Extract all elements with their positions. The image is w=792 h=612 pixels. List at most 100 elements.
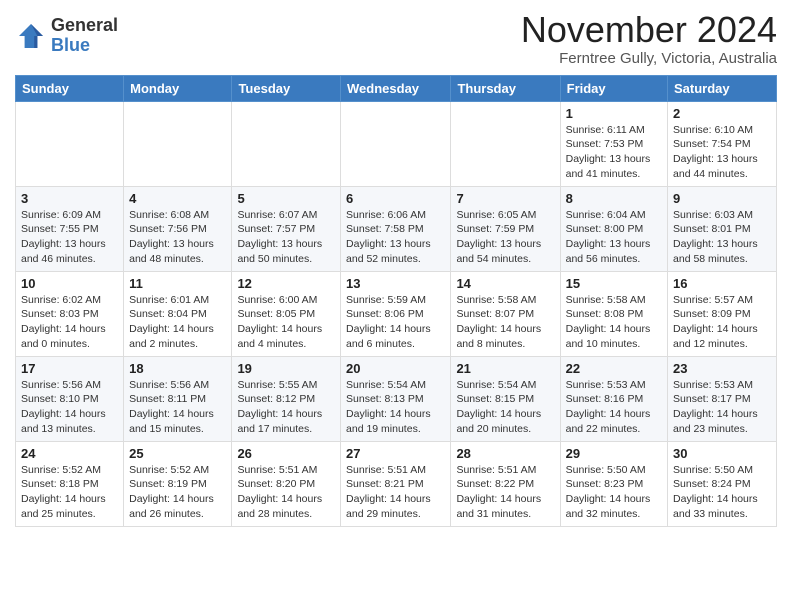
location: Ferntree Gully, Victoria, Australia (521, 50, 777, 67)
day-info: Sunrise: 6:10 AM Sunset: 7:54 PM Dayligh… (673, 123, 771, 182)
day-info: Sunrise: 5:53 AM Sunset: 8:16 PM Dayligh… (566, 378, 662, 437)
calendar-cell: 19Sunrise: 5:55 AM Sunset: 8:12 PM Dayli… (232, 356, 341, 441)
day-number: 25 (129, 446, 226, 461)
calendar-cell: 25 Sunrise: 5:52 AM Sunset: 8:19 PM Dayli… (124, 441, 232, 526)
day-number: 14 (456, 276, 554, 291)
calendar-cell: 28 Sunrise: 5:51 AM Sunset: 8:22 PM Dayli… (451, 441, 560, 526)
calendar-header-tuesday: Tuesday (232, 75, 341, 101)
day-info: Sunrise: 6:11 AM Sunset: 7:53 PM Dayligh… (566, 123, 662, 182)
day-info: Sunrise: 6:09 AM Sunset: 7:55 PM Dayligh… (21, 208, 118, 267)
day-number: 4 (129, 191, 226, 206)
day-number: 10 (21, 276, 118, 291)
calendar-week-2: 3 Sunrise: 6:09 AM Sunset: 7:55 PM Daylig… (16, 186, 777, 271)
calendar-cell (232, 101, 341, 186)
page: General Blue November 2024 Ferntree Gull… (0, 0, 792, 542)
day-info: Sunrise: 5:56 AM Sunset: 8:10 PM Dayligh… (21, 378, 118, 437)
calendar-cell (16, 101, 124, 186)
logo-blue-text: Blue (51, 36, 118, 56)
calendar-cell: 10 Sunrise: 6:02 AM Sunset: 8:03 PM Dayli… (16, 271, 124, 356)
calendar-cell: 11Sunrise: 6:01 AM Sunset: 8:04 PM Dayli… (124, 271, 232, 356)
calendar-cell: 26Sunrise: 5:51 AM Sunset: 8:20 PM Dayli… (232, 441, 341, 526)
calendar-cell (341, 101, 451, 186)
header: General Blue November 2024 Ferntree Gull… (15, 10, 777, 67)
logo-general-text: General (51, 16, 118, 36)
day-info: Sunrise: 5:58 AM Sunset: 8:08 PM Dayligh… (566, 293, 662, 352)
calendar-cell: 30 Sunrise: 5:50 AM Sunset: 8:24 PM Dayli… (668, 441, 777, 526)
calendar-cell: 1 Sunrise: 6:11 AM Sunset: 7:53 PM Daylig… (560, 101, 667, 186)
day-info: Sunrise: 5:52 AM Sunset: 8:18 PM Dayligh… (21, 463, 118, 522)
day-number: 3 (21, 191, 118, 206)
calendar-cell: 5Sunrise: 6:07 AM Sunset: 7:57 PM Daylig… (232, 186, 341, 271)
day-number: 24 (21, 446, 118, 461)
day-number: 6 (346, 191, 445, 206)
calendar-cell: 15 Sunrise: 5:58 AM Sunset: 8:08 PM Dayli… (560, 271, 667, 356)
calendar-cell: 29 Sunrise: 5:50 AM Sunset: 8:23 PM Dayli… (560, 441, 667, 526)
day-info: Sunrise: 5:54 AM Sunset: 8:13 PM Dayligh… (346, 378, 445, 437)
day-number: 1 (566, 106, 662, 121)
calendar-cell: 27 Sunrise: 5:51 AM Sunset: 8:21 PM Dayli… (341, 441, 451, 526)
calendar-cell: 2 Sunrise: 6:10 AM Sunset: 7:54 PM Daylig… (668, 101, 777, 186)
calendar-cell: 6 Sunrise: 6:06 AM Sunset: 7:58 PM Daylig… (341, 186, 451, 271)
day-info: Sunrise: 6:08 AM Sunset: 7:56 PM Dayligh… (129, 208, 226, 267)
calendar-header-saturday: Saturday (668, 75, 777, 101)
day-info: Sunrise: 5:50 AM Sunset: 8:23 PM Dayligh… (566, 463, 662, 522)
day-info: Sunrise: 6:01 AM Sunset: 8:04 PM Dayligh… (129, 293, 226, 352)
day-number: 13 (346, 276, 445, 291)
day-info: Sunrise: 6:06 AM Sunset: 7:58 PM Dayligh… (346, 208, 445, 267)
calendar-cell: 3 Sunrise: 6:09 AM Sunset: 7:55 PM Daylig… (16, 186, 124, 271)
day-number: 15 (566, 276, 662, 291)
calendar-cell (124, 101, 232, 186)
day-number: 21 (456, 361, 554, 376)
logo-text: General Blue (51, 16, 118, 56)
calendar-week-4: 17 Sunrise: 5:56 AM Sunset: 8:10 PM Dayli… (16, 356, 777, 441)
day-number: 2 (673, 106, 771, 121)
calendar-header-thursday: Thursday (451, 75, 560, 101)
calendar-week-5: 24 Sunrise: 5:52 AM Sunset: 8:18 PM Dayli… (16, 441, 777, 526)
day-info: Sunrise: 5:51 AM Sunset: 8:20 PM Dayligh… (237, 463, 335, 522)
day-number: 22 (566, 361, 662, 376)
month-title: November 2024 (521, 10, 777, 50)
calendar-cell: 24 Sunrise: 5:52 AM Sunset: 8:18 PM Dayli… (16, 441, 124, 526)
day-number: 23 (673, 361, 771, 376)
day-number: 27 (346, 446, 445, 461)
day-info: Sunrise: 6:04 AM Sunset: 8:00 PM Dayligh… (566, 208, 662, 267)
day-info: Sunrise: 5:50 AM Sunset: 8:24 PM Dayligh… (673, 463, 771, 522)
calendar-cell (451, 101, 560, 186)
day-info: Sunrise: 5:56 AM Sunset: 8:11 PM Dayligh… (129, 378, 226, 437)
calendar-cell: 23 Sunrise: 5:53 AM Sunset: 8:17 PM Dayli… (668, 356, 777, 441)
calendar-cell: 9Sunrise: 6:03 AM Sunset: 8:01 PM Daylig… (668, 186, 777, 271)
day-info: Sunrise: 5:51 AM Sunset: 8:21 PM Dayligh… (346, 463, 445, 522)
calendar-cell: 4 Sunrise: 6:08 AM Sunset: 7:56 PM Daylig… (124, 186, 232, 271)
day-number: 18 (129, 361, 226, 376)
calendar-week-3: 10 Sunrise: 6:02 AM Sunset: 8:03 PM Dayli… (16, 271, 777, 356)
calendar-cell: 16 Sunrise: 5:57 AM Sunset: 8:09 PM Dayli… (668, 271, 777, 356)
calendar-header-friday: Friday (560, 75, 667, 101)
calendar-table: SundayMondayTuesdayWednesdayThursdayFrid… (15, 75, 777, 527)
day-info: Sunrise: 6:02 AM Sunset: 8:03 PM Dayligh… (21, 293, 118, 352)
day-number: 7 (456, 191, 554, 206)
day-number: 9 (673, 191, 771, 206)
day-number: 29 (566, 446, 662, 461)
title-area: November 2024 Ferntree Gully, Victoria, … (521, 10, 777, 67)
calendar-week-1: 1 Sunrise: 6:11 AM Sunset: 7:53 PM Daylig… (16, 101, 777, 186)
day-number: 17 (21, 361, 118, 376)
calendar-cell: 8 Sunrise: 6:04 AM Sunset: 8:00 PM Daylig… (560, 186, 667, 271)
calendar-cell: 17 Sunrise: 5:56 AM Sunset: 8:10 PM Dayli… (16, 356, 124, 441)
day-info: Sunrise: 6:05 AM Sunset: 7:59 PM Dayligh… (456, 208, 554, 267)
day-info: Sunrise: 5:52 AM Sunset: 8:19 PM Dayligh… (129, 463, 226, 522)
day-info: Sunrise: 5:51 AM Sunset: 8:22 PM Dayligh… (456, 463, 554, 522)
calendar-cell: 20 Sunrise: 5:54 AM Sunset: 8:13 PM Dayli… (341, 356, 451, 441)
calendar-header-sunday: Sunday (16, 75, 124, 101)
calendar-cell: 14Sunrise: 5:58 AM Sunset: 8:07 PM Dayli… (451, 271, 560, 356)
calendar-header-row: SundayMondayTuesdayWednesdayThursdayFrid… (16, 75, 777, 101)
day-number: 19 (237, 361, 335, 376)
day-number: 30 (673, 446, 771, 461)
day-number: 20 (346, 361, 445, 376)
calendar-cell: 22 Sunrise: 5:53 AM Sunset: 8:16 PM Dayli… (560, 356, 667, 441)
day-info: Sunrise: 5:57 AM Sunset: 8:09 PM Dayligh… (673, 293, 771, 352)
calendar-cell: 7 Sunrise: 6:05 AM Sunset: 7:59 PM Daylig… (451, 186, 560, 271)
day-info: Sunrise: 5:53 AM Sunset: 8:17 PM Dayligh… (673, 378, 771, 437)
day-number: 8 (566, 191, 662, 206)
day-number: 16 (673, 276, 771, 291)
day-number: 28 (456, 446, 554, 461)
